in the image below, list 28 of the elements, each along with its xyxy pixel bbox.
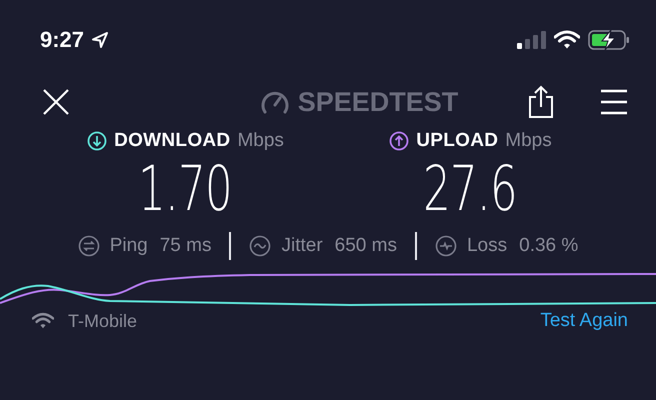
wifi-icon <box>32 312 54 330</box>
menu-icon <box>600 89 628 115</box>
unit-label: Mbps <box>237 130 284 152</box>
result-label: UPLOAD <box>416 130 498 152</box>
jitter-icon <box>249 235 272 257</box>
unit-label: Mbps <box>505 130 552 152</box>
location-arrow-icon <box>90 30 110 50</box>
signal-icon <box>516 30 546 50</box>
stat-value: 650 ms <box>334 235 397 257</box>
status-time: 9:27 <box>40 27 84 53</box>
battery-charging-icon <box>588 29 630 51</box>
stat-value: 75 ms <box>160 235 212 257</box>
ping-icon <box>78 235 100 257</box>
stat-label: Loss <box>466 235 508 257</box>
gauge-icon <box>260 89 290 115</box>
stat-label: Ping <box>110 235 148 257</box>
network-name: T-Mobile <box>68 310 138 332</box>
loss-icon <box>434 235 457 257</box>
share-icon <box>528 85 554 119</box>
stat-value: 0.36 % <box>519 235 578 257</box>
close-icon <box>42 88 70 116</box>
speed-value: 27.6 <box>424 152 518 226</box>
result-label: DOWNLOAD <box>114 130 230 152</box>
test-again-button[interactable]: Test Again <box>540 310 628 332</box>
stat-label: Jitter <box>281 235 323 257</box>
wifi-icon <box>554 30 580 50</box>
app-logo-text: SPEEDTEST <box>298 86 458 118</box>
speed-value: 1.70 <box>138 152 232 226</box>
